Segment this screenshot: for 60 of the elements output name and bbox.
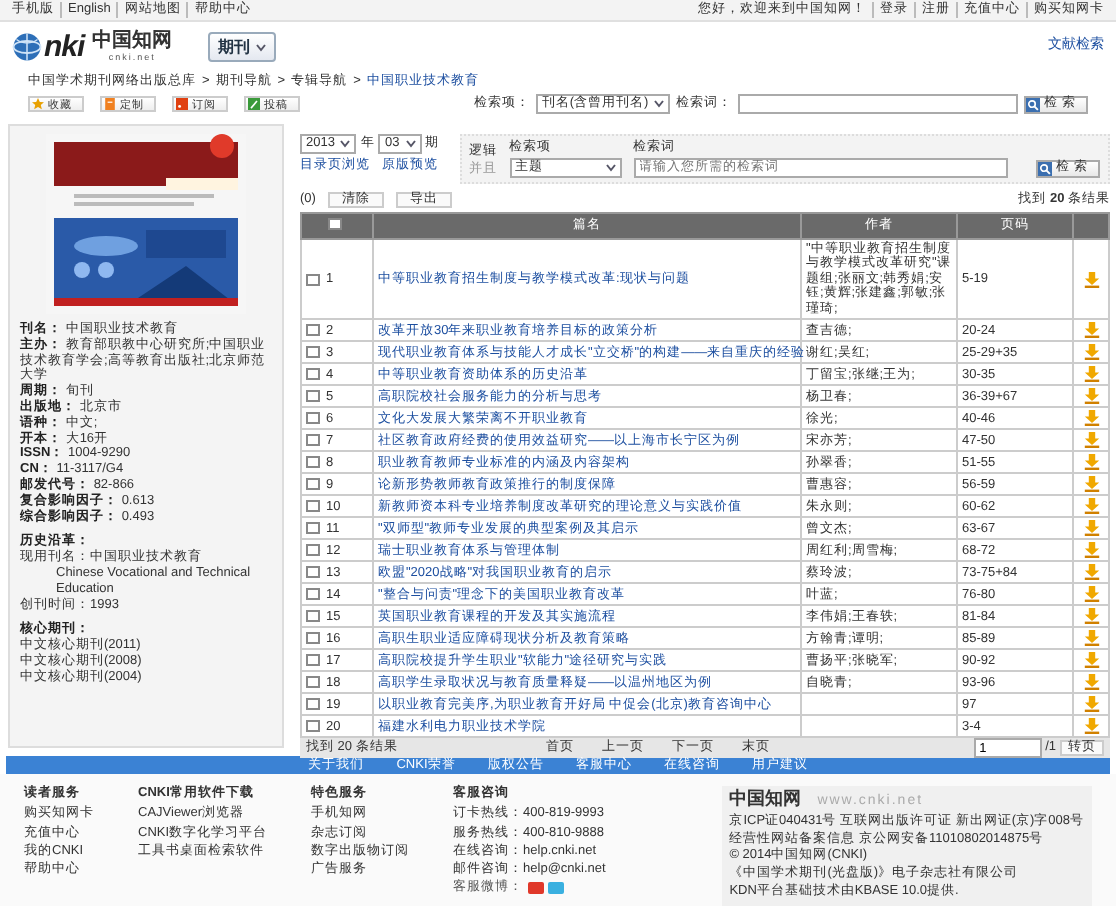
chat-icon[interactable] [547, 882, 564, 895]
footer-logo-name: 中国知网 [729, 790, 802, 812]
download-icon[interactable] [1083, 542, 1099, 559]
row-checkbox[interactable] [306, 456, 320, 469]
caret-icon [340, 140, 351, 148]
row-checkbox[interactable] [306, 346, 320, 359]
star-icon [32, 98, 44, 110]
download-icon[interactable] [1083, 652, 1099, 669]
download-icon[interactable] [1083, 366, 1099, 383]
row-checkbox[interactable] [306, 698, 320, 711]
caret-icon [654, 100, 665, 108]
download-icon[interactable] [1083, 630, 1099, 647]
caret-icon [405, 140, 416, 148]
search-field[interactable] [738, 94, 1019, 114]
row-checkbox[interactable] [306, 632, 320, 645]
search-icon [1026, 97, 1041, 111]
row-checkbox[interactable] [306, 654, 320, 667]
pen-icon [248, 98, 260, 110]
row-checkbox[interactable] [306, 720, 320, 733]
row-checkbox[interactable] [306, 544, 320, 557]
download-icon[interactable] [1083, 476, 1099, 493]
row-checkbox[interactable] [306, 522, 320, 535]
download-icon[interactable] [1083, 344, 1099, 361]
download-icon[interactable] [1083, 564, 1099, 581]
row-checkbox[interactable] [306, 434, 320, 447]
download-icon[interactable] [1083, 696, 1099, 713]
download-icon[interactable] [1083, 520, 1099, 537]
download-icon[interactable] [1083, 432, 1099, 449]
document-icon [104, 98, 116, 110]
download-icon[interactable] [1083, 608, 1099, 625]
channel-dropdown[interactable]: 期刊 [208, 31, 277, 63]
row-checkbox[interactable] [306, 478, 320, 491]
rss-icon [176, 98, 188, 110]
select-all-checkbox[interactable] [327, 218, 341, 231]
row-checkbox[interactable] [306, 566, 320, 579]
row-checkbox[interactable] [306, 368, 320, 381]
download-icon[interactable] [1083, 454, 1099, 471]
row-checkbox[interactable] [306, 500, 320, 513]
download-icon[interactable] [1083, 498, 1099, 515]
caret-icon [605, 163, 616, 172]
download-icon[interactable] [1083, 410, 1099, 427]
download-icon[interactable] [1083, 271, 1099, 288]
row-checkbox[interactable] [306, 412, 320, 425]
download-icon[interactable] [1083, 674, 1099, 691]
row-checkbox[interactable] [306, 324, 320, 337]
caret-icon [256, 43, 267, 51]
download-icon[interactable] [1083, 718, 1099, 735]
search-icon [1038, 161, 1053, 176]
download-icon[interactable] [1083, 586, 1099, 603]
logo-name: 中国知网 [92, 30, 173, 53]
globe-icon [12, 32, 42, 62]
row-checkbox[interactable] [306, 588, 320, 601]
logo-wordmark: nki [44, 29, 85, 65]
download-icon[interactable] [1083, 322, 1099, 339]
row-checkbox[interactable] [306, 676, 320, 689]
row-checkbox[interactable] [306, 273, 320, 286]
row-checkbox[interactable] [306, 610, 320, 623]
weibo-icon[interactable] [527, 882, 544, 895]
download-icon[interactable] [1083, 388, 1099, 405]
row-checkbox[interactable] [306, 390, 320, 403]
